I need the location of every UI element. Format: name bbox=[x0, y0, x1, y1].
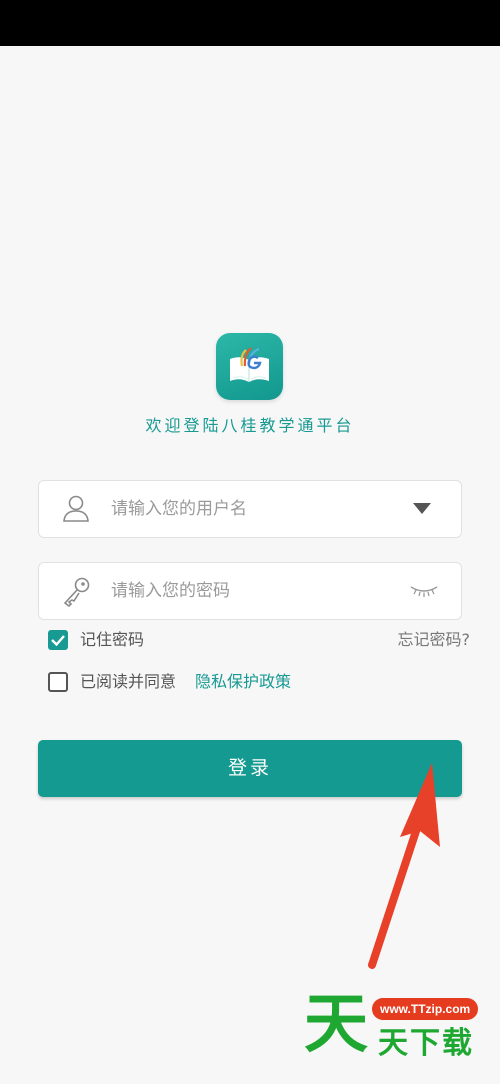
book-logo-icon bbox=[230, 347, 269, 382]
status-bar bbox=[0, 0, 500, 46]
red-arrow-annotation bbox=[368, 763, 440, 969]
checkmark-icon bbox=[51, 635, 65, 647]
watermark: 天 www.TTzip.com 天下载 bbox=[300, 988, 500, 1084]
agree-privacy-checkbox[interactable] bbox=[48, 672, 68, 692]
privacy-policy-link[interactable]: 隐私保护政策 bbox=[195, 672, 291, 692]
password-field[interactable]: 请输入您的密码 bbox=[38, 562, 462, 620]
key-icon bbox=[63, 577, 90, 607]
dropdown-arrow-icon[interactable] bbox=[413, 503, 431, 515]
watermark-text: 天下载 bbox=[378, 1026, 474, 1061]
watermark-url: www.TTzip.com bbox=[372, 998, 479, 1020]
user-icon bbox=[63, 495, 89, 522]
username-field[interactable]: 请输入您的用户名 bbox=[38, 480, 462, 538]
watermark-big-char: 天 bbox=[304, 988, 368, 1062]
username-input[interactable]: 请输入您的用户名 bbox=[111, 481, 247, 537]
eye-closed-icon[interactable] bbox=[409, 583, 439, 599]
welcome-title: 欢迎登陆八桂教学通平台 bbox=[145, 416, 355, 435]
remember-password-checkbox[interactable] bbox=[48, 630, 68, 650]
agree-label[interactable]: 已阅读并同意 bbox=[80, 672, 176, 692]
remember-password-label[interactable]: 记住密码 bbox=[80, 630, 144, 650]
password-input[interactable]: 请输入您的密码 bbox=[111, 563, 230, 619]
app-logo bbox=[216, 333, 283, 400]
forgot-password-link[interactable]: 忘记密码? bbox=[398, 630, 471, 650]
